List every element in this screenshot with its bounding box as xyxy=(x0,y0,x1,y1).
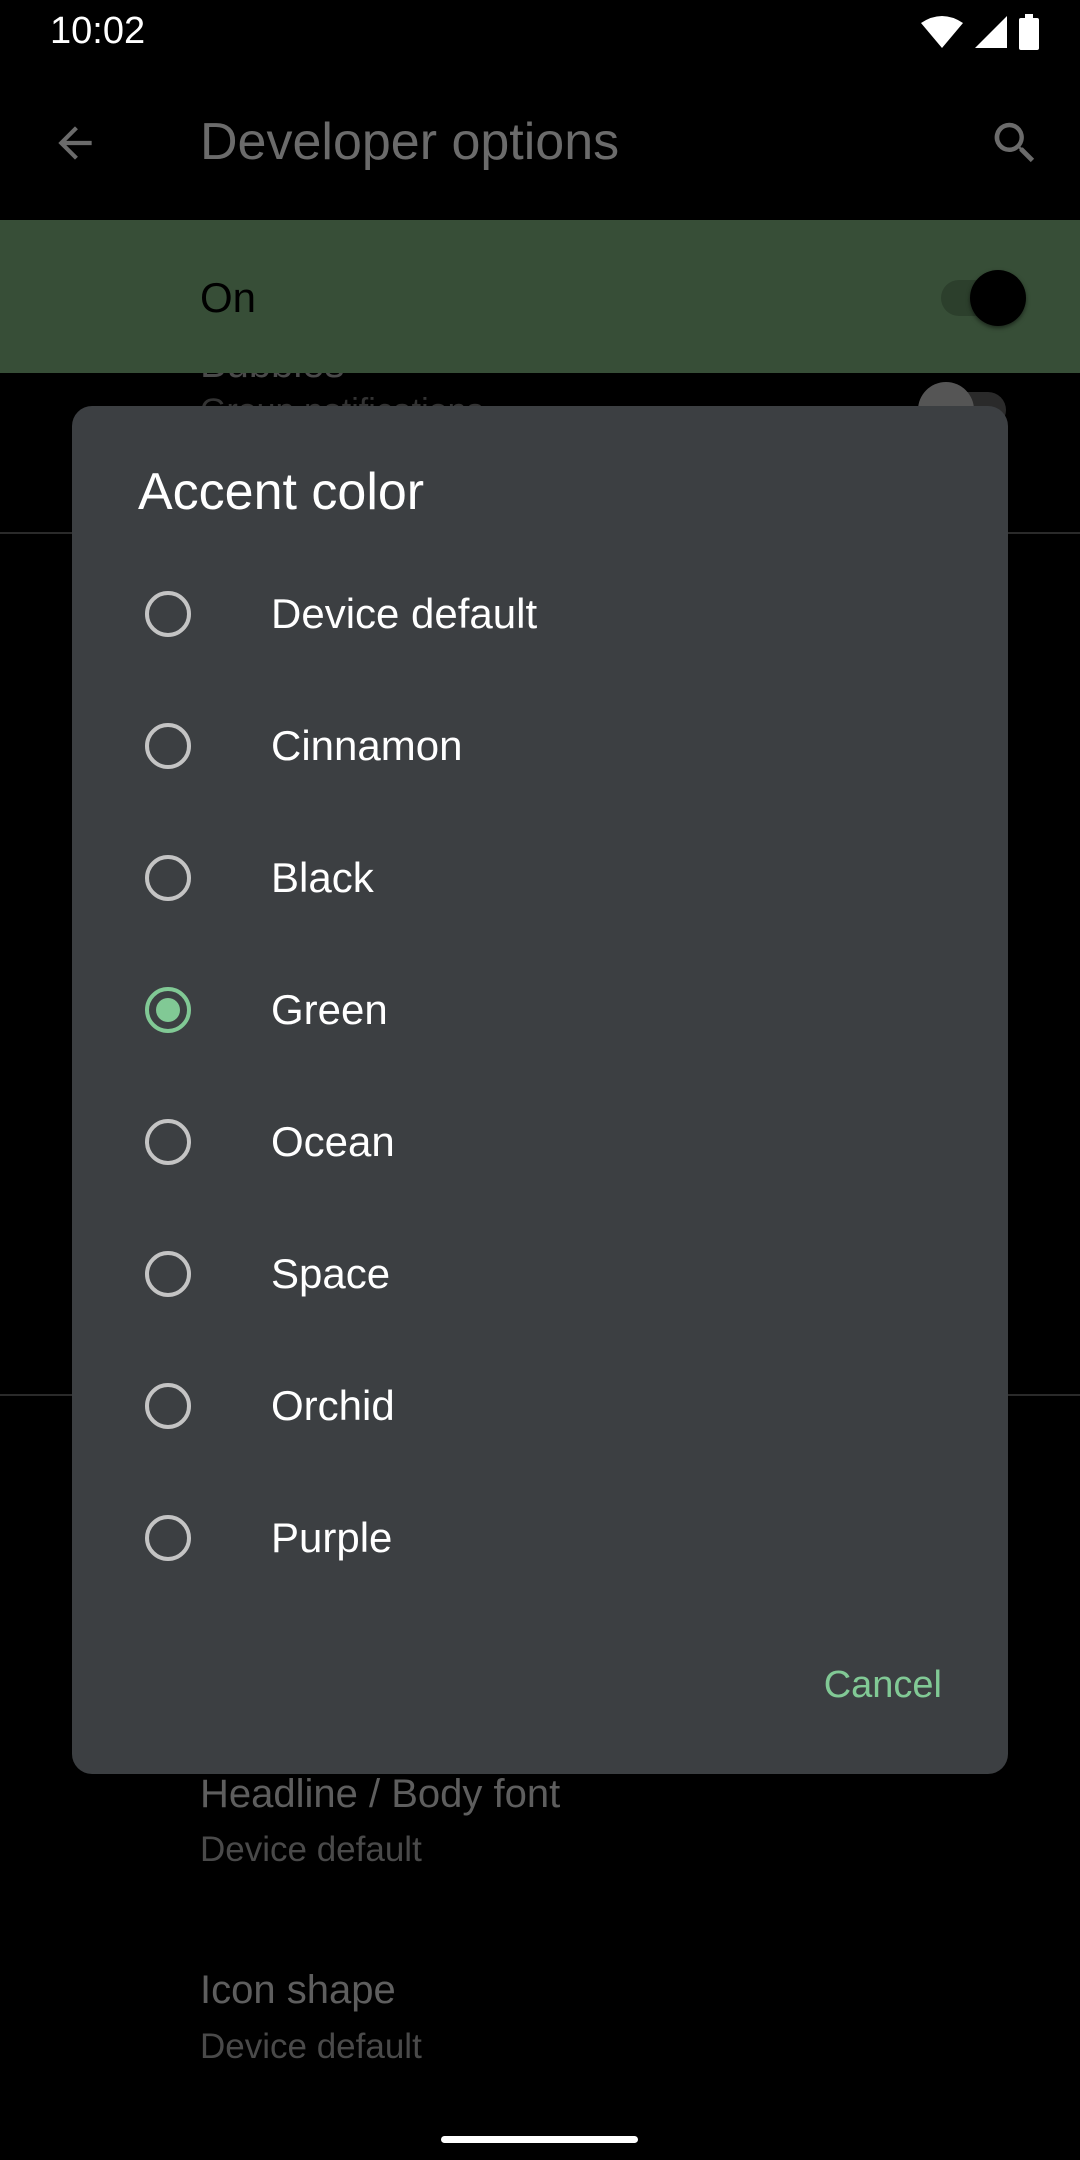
option-orchid[interactable]: Orchid xyxy=(72,1340,1008,1472)
dialog-title: Accent color xyxy=(138,463,425,521)
icon-shape-summary: Device default xyxy=(200,2027,422,2066)
option-device-default[interactable]: Device default xyxy=(72,548,1008,680)
radio-unchecked-icon[interactable] xyxy=(145,1119,191,1165)
back-button[interactable] xyxy=(50,118,100,173)
option-label: Orchid xyxy=(271,1382,395,1429)
page-title: Developer options xyxy=(200,113,620,171)
option-ocean[interactable]: Ocean xyxy=(72,1076,1008,1208)
option-label: Ocean xyxy=(271,1118,395,1165)
headline-font-summary: Device default xyxy=(200,1830,422,1869)
option-label: Black xyxy=(271,854,374,901)
option-label: Green xyxy=(271,986,388,1033)
option-cinnamon[interactable]: Cinnamon xyxy=(72,680,1008,812)
main-switch-label: On xyxy=(200,274,257,321)
main-switch-thumb xyxy=(970,270,1026,326)
icon-shape-title: Icon shape xyxy=(200,1968,396,2012)
signal-icon xyxy=(975,16,1007,48)
wifi-icon xyxy=(921,16,963,48)
headline-font-title: Headline / Body font xyxy=(200,1772,561,1816)
option-label: Device default xyxy=(271,590,538,637)
option-label: Purple xyxy=(271,1514,393,1561)
battery-icon xyxy=(1019,14,1039,50)
accent-color-dialog: Accent color Device default Cinnamon Black… xyxy=(72,406,1008,1774)
radio-unchecked-icon[interactable] xyxy=(145,1251,191,1297)
radio-unchecked-icon[interactable] xyxy=(145,591,191,637)
search-button[interactable] xyxy=(988,116,1042,175)
option-space[interactable]: Space xyxy=(72,1208,1008,1340)
option-label: Space xyxy=(271,1250,391,1297)
status-icons xyxy=(920,14,1040,50)
option-purple[interactable]: Purple xyxy=(72,1472,1008,1604)
option-black[interactable]: Black xyxy=(72,812,1008,944)
search-icon xyxy=(994,122,1035,163)
status-time: 10:02 xyxy=(50,10,146,52)
radio-checked-icon[interactable] xyxy=(145,987,191,1033)
radio-unchecked-icon[interactable] xyxy=(145,723,191,769)
home-indicator[interactable] xyxy=(441,2136,638,2143)
radio-unchecked-icon[interactable] xyxy=(145,1515,191,1561)
main-switch-bar[interactable] xyxy=(0,220,1080,373)
radio-unchecked-icon[interactable] xyxy=(145,855,191,901)
radio-unchecked-icon[interactable] xyxy=(145,1383,191,1429)
option-label: Cinnamon xyxy=(271,722,463,769)
option-green[interactable]: Green xyxy=(72,944,1008,1076)
cancel-button[interactable]: Cancel xyxy=(824,1664,942,1707)
arrow-back-icon xyxy=(58,126,92,160)
